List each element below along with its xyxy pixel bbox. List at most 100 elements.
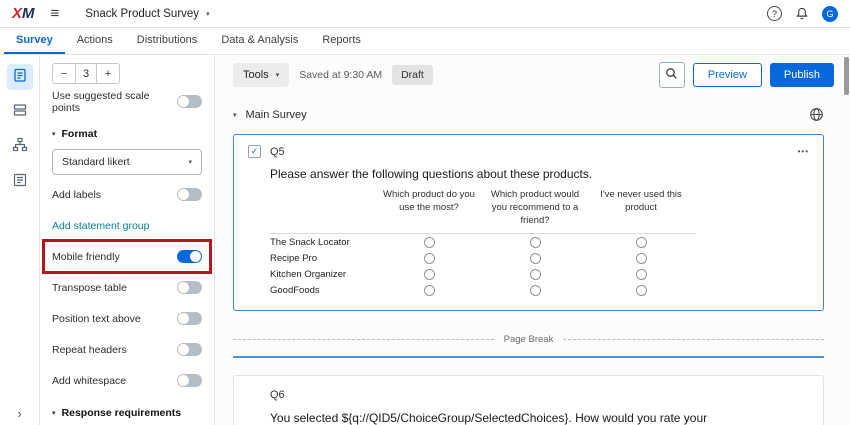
tab-reports[interactable]: Reports [310,28,373,54]
search-icon [665,67,678,83]
expand-panel-chevron[interactable]: › [0,406,39,421]
stepper-increment-button[interactable]: + [97,64,119,83]
add-labels-toggle[interactable] [177,188,202,201]
repeat-headers-toggle[interactable] [177,343,202,356]
chevron-down-icon: ▾ [206,10,210,18]
radio-option[interactable] [636,253,647,264]
user-avatar[interactable]: G [822,6,838,22]
section-label: Format [62,128,98,140]
topbar-actions: ? G [767,6,838,22]
scale-points-stepper: − 3 + [52,63,120,84]
option-label: Add labels [52,189,101,201]
survey-options-icon [12,172,28,193]
tools-dropdown-button[interactable]: Tools ▾ [233,63,289,87]
radio-option[interactable] [636,269,647,280]
matrix-cell [588,285,694,296]
vertical-scrollbar-thumb[interactable] [844,57,849,95]
block-collapse-icon[interactable]: ▾ [233,111,237,119]
tab-survey[interactable]: Survey [4,28,65,54]
matrix-header-row: Which product do you use the most? Which… [270,187,696,234]
select-chevron-icon: ▾ [188,158,192,166]
section-label: Response requirements [62,407,182,419]
primary-nav: Survey Actions Distributions Data & Anal… [0,28,850,55]
page-break-line [233,339,494,340]
radio-option[interactable] [424,285,435,296]
matrix-column-header[interactable]: Which product do you use the most? [376,187,482,233]
editor-toolbar: Tools ▾ Saved at 9:30 AM Draft Preview P… [215,55,850,95]
matrix-cell [588,253,694,264]
mobile-friendly-toggle[interactable] [177,250,202,263]
radio-option[interactable] [530,237,541,248]
question-card-q5[interactable]: ✓ Q5 ••• Please answer the following que… [233,134,824,311]
preview-button[interactable]: Preview [693,63,762,87]
matrix-row-label[interactable]: The Snack Locator [270,237,376,248]
radio-option[interactable] [530,269,541,280]
radio-option[interactable] [636,237,647,248]
chevron-down-icon: ▾ [276,71,280,79]
hamburger-menu-icon[interactable]: ≡ [51,6,60,21]
option-row-repeat-headers: Repeat headers [40,334,214,365]
matrix-cell [376,237,482,248]
matrix-row-label[interactable]: Recipe Pro [270,253,376,264]
section-collapse-icon: ▾ [52,130,56,138]
option-row-add-labels: Add labels [40,179,214,210]
response-requirements-section-header[interactable]: ▾ Response requirements [40,399,214,425]
survey-title-menu[interactable]: Snack Product Survey ▾ [85,8,209,20]
matrix-cell [376,269,482,280]
icon-rail: › [0,55,40,425]
rail-item-blocks[interactable] [7,99,33,125]
question-menu-ellipsis-icon[interactable]: ••• [798,147,809,156]
tab-distributions[interactable]: Distributions [125,28,210,54]
search-button[interactable] [659,62,685,88]
tab-actions[interactable]: Actions [65,28,125,54]
use-suggested-scale-points-toggle[interactable] [177,95,202,108]
add-statement-group-link[interactable]: Add statement group [52,220,149,232]
question-text[interactable]: Please answer the following questions ab… [270,167,809,181]
transpose-table-toggle[interactable] [177,281,202,294]
matrix-corner [270,187,376,233]
help-button[interactable]: ? [767,6,782,21]
notifications-bell-icon[interactable] [795,6,809,21]
matrix-column-header[interactable]: I've never used this product [588,187,694,233]
radio-option[interactable] [636,285,647,296]
matrix-row-label[interactable]: GoodFoods [270,285,376,296]
rail-item-builder[interactable] [7,64,33,90]
section-collapse-icon: ▾ [52,409,56,417]
question-card-q6[interactable]: Q6 You selected ${q://QID5/ChoiceGroup/S… [233,375,824,425]
option-label: Use suggested scale points [52,90,177,114]
stepper-decrement-button[interactable]: − [53,64,75,83]
xm-logo: XM [12,6,35,21]
radio-option[interactable] [424,237,435,248]
survey-title: Snack Product Survey [85,8,199,20]
rail-item-survey-flow[interactable] [7,134,33,160]
option-label: Add whitespace [52,375,126,387]
option-label: Mobile friendly [52,251,120,263]
option-row-add-statement-group: Add statement group [40,210,214,241]
radio-option[interactable] [424,253,435,264]
option-row-position-text-above: Position text above [40,303,214,334]
format-section-header[interactable]: ▾ Format [40,120,214,147]
tab-data-analysis[interactable]: Data & Analysis [209,28,310,54]
matrix-row: Recipe Pro [270,250,696,266]
matrix-row-label[interactable]: Kitchen Organizer [270,269,376,280]
matrix-row: The Snack Locator [270,234,696,250]
radio-option[interactable] [530,253,541,264]
rail-item-survey-options[interactable] [7,169,33,195]
radio-option[interactable] [424,269,435,280]
qualtrics-survey-editor: XM ≡ Snack Product Survey ▾ ? G Survey A… [0,0,850,425]
builder-clipboard-icon [12,67,28,88]
logo-x: X [12,5,22,22]
draft-badge: Draft [392,65,433,85]
question-checkbox[interactable]: ✓ [248,145,261,158]
position-text-above-toggle[interactable] [177,312,202,325]
question-text[interactable]: You selected ${q://QID5/ChoiceGroup/Sele… [270,409,715,425]
globe-language-icon[interactable] [809,107,824,122]
matrix-column-header[interactable]: Which product would you recommend to a f… [482,187,588,233]
matrix-cell [376,253,482,264]
radio-option[interactable] [530,285,541,296]
add-whitespace-toggle[interactable] [177,374,202,387]
block-header: ▾ Main Survey [233,107,824,122]
matrix-cell [482,269,588,280]
publish-button[interactable]: Publish [770,63,834,87]
format-select[interactable]: Standard likert ▾ [52,149,202,175]
